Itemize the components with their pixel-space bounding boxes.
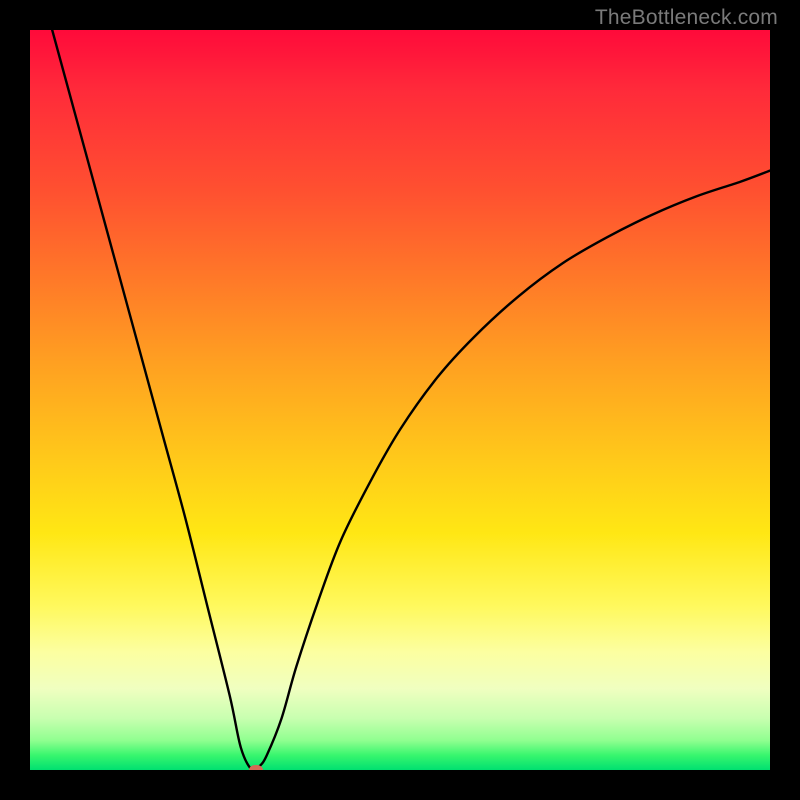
bottleneck-curve bbox=[30, 30, 770, 770]
plot-area bbox=[30, 30, 770, 770]
outer-frame: TheBottleneck.com bbox=[0, 0, 800, 800]
watermark-text: TheBottleneck.com bbox=[595, 6, 778, 30]
curve-minimum-marker bbox=[249, 765, 263, 770]
